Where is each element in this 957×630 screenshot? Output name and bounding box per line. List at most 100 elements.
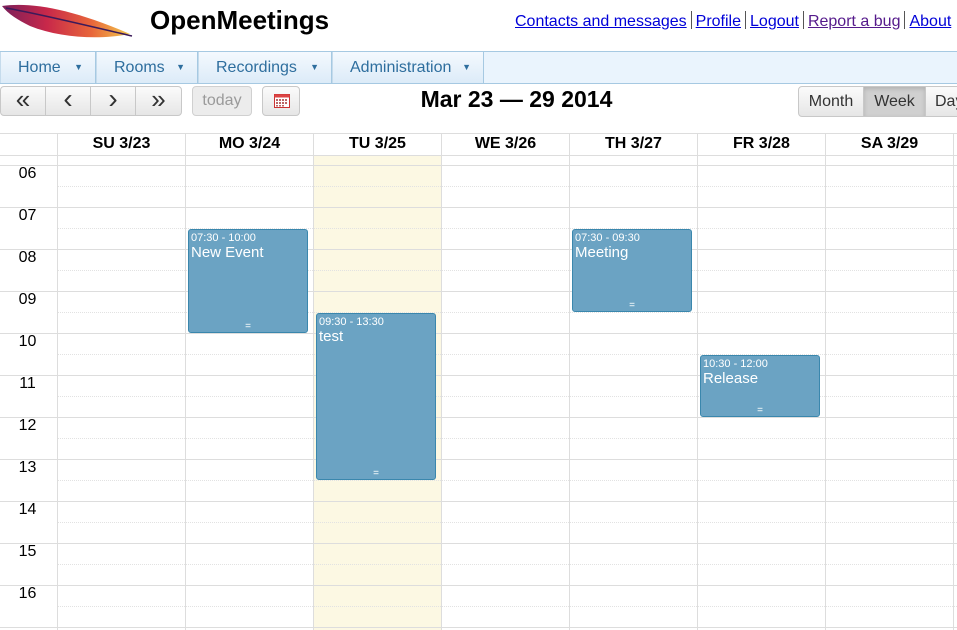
day-header[interactable]: FR 3/28 [698,133,825,155]
chevron-down-icon: ▼ [74,62,83,72]
hour-label: 14 [18,501,37,518]
day-header[interactable]: TH 3/27 [570,133,697,155]
hour-label: 07 [18,207,37,224]
hour-label: 11 [19,375,36,392]
calendar-icon [274,94,290,108]
menu-home-label: Home [18,59,61,76]
hour-grid-line [0,249,957,250]
chevron-down-icon: ▼ [176,62,185,72]
day-column-divider [441,133,442,630]
day-header[interactable]: MO 3/24 [186,133,313,155]
report-bug-link[interactable]: Report a bug [808,13,901,30]
calendar-event[interactable]: 10:30 - 12:00 Release = [700,355,820,417]
week-calendar-grid: SU 3/23 MO 3/24 TU 3/25 WE 3/26 TH 3/27 FR 3/… [0,133,957,630]
hour-label: 16 [18,585,37,602]
menu-rooms-label: Rooms [114,59,165,76]
link-separator [802,11,804,29]
day-header[interactable]: SA 3/29 [826,133,953,155]
event-time: 07:30 - 09:30 [575,232,640,244]
about-link[interactable]: About [909,13,951,30]
link-separator [690,11,692,29]
day-column-divider [953,133,954,630]
main-menu-bar: Home ▼ Rooms ▼ Recordings ▼ Administrati… [0,51,957,84]
hour-grid-line [0,543,957,544]
calendar-event[interactable]: 09:30 - 13:30 test = [316,313,436,480]
hour-grid-line [0,333,957,334]
month-view-button[interactable]: Month [798,86,864,117]
chevron-down-icon: ▼ [310,62,319,72]
menu-administration-label: Administration [350,59,452,76]
link-separator [904,11,906,29]
date-range-title: Mar 23 — 29 2014 [420,86,613,112]
hour-label: 10 [18,333,37,350]
chevron-down-icon: ▼ [462,62,471,72]
menu-recordings-label: Recordings [216,59,297,76]
link-separator [745,11,747,29]
prev-year-button[interactable]: « [0,86,46,116]
menu-rooms[interactable]: Rooms ▼ [96,52,198,83]
menu-administration[interactable]: Administration ▼ [332,52,484,83]
hour-grid-line [0,627,957,628]
calendar-event[interactable]: 07:30 - 10:00 New Event = [188,229,308,333]
resize-handle-icon[interactable]: = [573,301,691,311]
resize-handle-icon[interactable]: = [701,406,819,416]
next-week-button[interactable]: › [90,83,136,116]
calendar-event[interactable]: 07:30 - 09:30 Meeting = [572,229,692,312]
day-view-button[interactable]: Day [925,86,957,117]
menu-home[interactable]: Home ▼ [0,52,96,83]
prev-week-button[interactable]: ‹ [45,83,91,116]
day-header[interactable]: TU 3/25 [314,133,441,155]
app-title: OpenMeetings [150,5,330,35]
top-links: Contacts and messages Profile Logout Report… [515,11,951,31]
half-hour-grid-line [58,186,957,187]
day-header[interactable]: WE 3/26 [442,133,569,155]
header: OpenMeetings Contacts and messages Profil… [0,0,957,50]
half-hour-grid-line [58,438,957,439]
event-title: test [319,328,344,345]
day-column-divider [569,133,570,630]
hour-label: 12 [18,417,37,434]
menu-recordings[interactable]: Recordings ▼ [198,52,332,83]
event-title: New Event [191,244,264,261]
hour-grid-line [0,165,957,166]
hour-grid-line [0,501,957,502]
hour-label: 09 [18,291,37,308]
contacts-messages-link[interactable]: Contacts and messages [515,13,687,30]
event-title: Release [703,370,759,387]
half-hour-grid-line [58,522,957,523]
resize-handle-icon[interactable]: = [317,469,435,479]
half-hour-grid-line [58,354,957,355]
half-hour-grid-line [58,564,957,565]
half-hour-grid-line [58,396,957,397]
event-title: Meeting [575,244,629,261]
day-column-divider [697,133,698,630]
grid-line [0,155,957,156]
hour-grid-line [0,459,957,460]
hour-label: 15 [18,543,37,560]
chevron-right-icon: › [108,83,118,114]
double-chevron-left-icon: « [15,84,31,114]
hour-grid-line [0,291,957,292]
next-year-button[interactable]: » [135,86,182,116]
today-button[interactable]: today [192,86,252,116]
day-header[interactable]: SU 3/23 [58,133,185,155]
hour-grid-line [0,207,957,208]
hour-label: 13 [18,459,37,476]
week-view-button[interactable]: Week [863,86,926,117]
event-time: 09:30 - 13:30 [319,316,384,328]
day-column-divider [57,133,58,630]
hour-label: 08 [18,249,37,266]
hour-label: 06 [18,165,37,182]
event-time: 10:30 - 12:00 [703,358,768,370]
logout-link[interactable]: Logout [750,13,799,30]
resize-handle-icon[interactable]: = [189,322,307,332]
date-picker-button[interactable] [262,86,300,116]
apache-feather-logo-icon [2,4,133,38]
hour-grid-line [0,417,957,418]
hour-grid-line [0,585,957,586]
double-chevron-right-icon: » [151,84,166,114]
day-column-divider [313,133,314,630]
profile-link[interactable]: Profile [696,13,741,30]
chevron-left-icon: ‹ [63,83,73,114]
half-hour-grid-line [58,480,957,481]
